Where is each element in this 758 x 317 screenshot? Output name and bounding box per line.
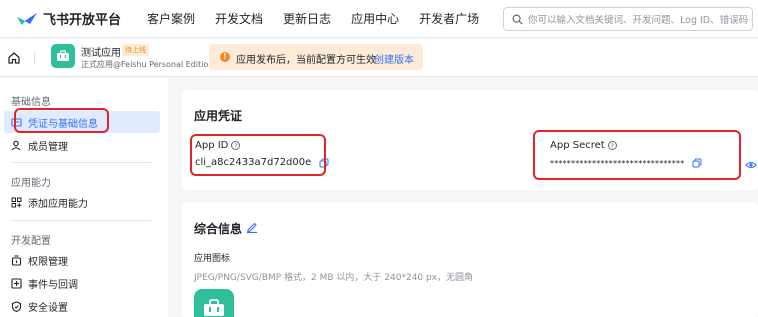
create-version-link[interactable]: 创建版本 <box>374 51 414 66</box>
app-icon-upload[interactable] <box>194 289 234 317</box>
app-avatar <box>51 44 75 68</box>
general-info-card <box>182 203 758 317</box>
app-icon-hint: JPEG/PNG/SVG/BMP 格式，2 MB 以内，大于 240*240 p… <box>194 273 474 283</box>
nav-link-app-center[interactable]: 应用中心 <box>351 10 399 27</box>
feishu-logo-icon <box>17 12 37 25</box>
permission-icon <box>11 254 22 266</box>
divider <box>34 51 35 65</box>
nav-link-cases[interactable]: 客户案例 <box>147 10 195 27</box>
warning-icon: ! <box>220 52 230 62</box>
nav-link-docs[interactable]: 开发文档 <box>215 10 263 27</box>
sidebar-item-members[interactable]: 成员管理 <box>11 135 68 155</box>
sidebar-section-capability: 应用能力 <box>11 178 51 189</box>
status-badge: 待上线 <box>122 44 149 56</box>
sidebar-item-events[interactable]: 事件与回调 <box>11 273 78 293</box>
sidebar-item-label: 事件与回调 <box>28 279 78 291</box>
shield-icon <box>11 300 22 312</box>
nav-link-community[interactable]: 开发者广场 <box>419 10 479 27</box>
eye-icon[interactable] <box>745 160 757 170</box>
app-edition: 正式应用@Feishu Personal Edition <box>81 60 214 69</box>
notice-text: 应用发布后，当前配置方可生效 <box>236 55 376 66</box>
brand-name: 飞书开放平台 <box>43 13 122 28</box>
app-bar: 测试应用 待上线 正式应用@Feishu Personal Edition ! … <box>0 39 758 77</box>
highlight-box <box>190 134 326 176</box>
app-icon-label: 应用图标 <box>194 254 231 264</box>
edit-icon[interactable] <box>246 221 258 233</box>
sidebar-item-permissions[interactable]: 权限管理 <box>11 250 68 270</box>
briefcase-icon <box>57 50 69 61</box>
nav-link-changelog[interactable]: 更新日志 <box>283 10 331 27</box>
member-icon <box>11 140 21 150</box>
brand-logo[interactable]: 飞书开放平台 <box>16 9 121 28</box>
search-icon <box>512 14 523 25</box>
credentials-title: 应用凭证 <box>194 109 243 123</box>
add-capability-icon <box>11 197 22 207</box>
highlight-box <box>14 108 109 133</box>
search-placeholder: 你可以输入文档关键词、开发问题、Log ID、错误码 <box>528 15 749 26</box>
app-name: 测试应用 <box>81 48 121 59</box>
sidebar-item-label: 权限管理 <box>28 256 68 268</box>
home-icon[interactable] <box>7 51 21 65</box>
publish-notice: ! 应用发布后，当前配置方可生效 创建版本 <box>209 44 423 70</box>
top-nav: 飞书开放平台 客户案例 开发文档 更新日志 应用中心 开发者广场 你可以输入文档… <box>0 0 758 38</box>
highlight-box <box>533 130 741 180</box>
divider <box>11 220 151 221</box>
general-info-title: 综合信息 <box>194 222 243 236</box>
sidebar-section-dev: 开发配置 <box>11 236 51 247</box>
search-input[interactable]: 你可以输入文档关键词、开发问题、Log ID、错误码 <box>503 7 753 31</box>
sidebar-item-label: 成员管理 <box>28 141 68 153</box>
event-icon <box>11 277 22 289</box>
sidebar-item-security[interactable]: 安全设置 <box>11 296 68 316</box>
divider <box>11 162 151 163</box>
sidebar-section-basic: 基础信息 <box>11 97 51 108</box>
briefcase-icon <box>204 299 224 316</box>
sidebar-item-label: 安全设置 <box>28 302 68 314</box>
sidebar-item-add-capability[interactable]: 添加应用能力 <box>11 192 88 212</box>
sidebar-item-label: 添加应用能力 <box>28 198 88 210</box>
